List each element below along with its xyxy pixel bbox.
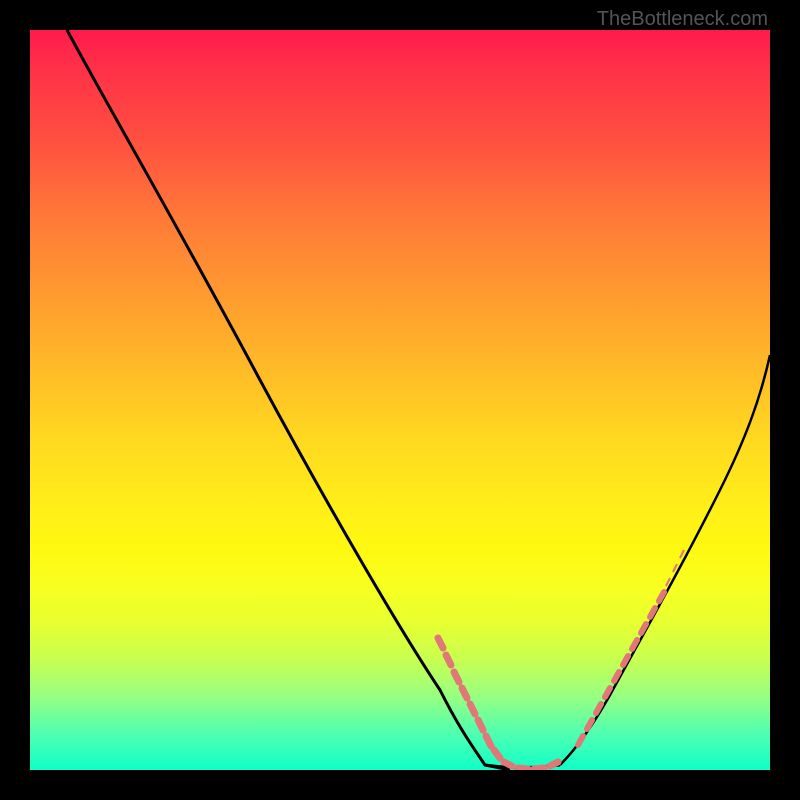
right-tick-marks: [666, 550, 684, 586]
left-dash-markers: [438, 638, 558, 769]
chart-container: TheBottleneck.com: [0, 0, 800, 800]
right-curve: [560, 355, 770, 765]
curve-svg: [30, 30, 770, 770]
left-curve: [67, 30, 510, 770]
right-dash-markers: [578, 592, 664, 745]
watermark-text: TheBottleneck.com: [597, 8, 768, 31]
